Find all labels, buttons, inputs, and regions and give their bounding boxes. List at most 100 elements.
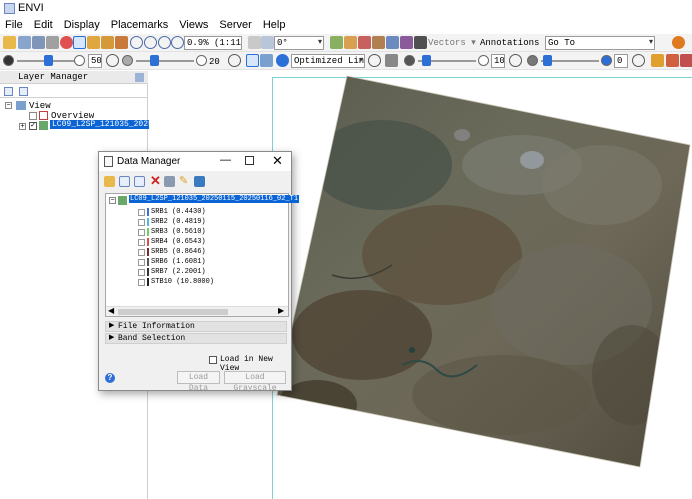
band-checkbox[interactable] [138, 268, 145, 276]
pin-icon[interactable] [135, 73, 144, 82]
band-item[interactable]: SRB6 (1.6081) [138, 257, 206, 267]
scroll-right-icon[interactable]: ▶ [278, 306, 284, 315]
band-item[interactable]: SRB5 (0.8646) [138, 247, 206, 257]
tree-toggle-icon[interactable]: − [5, 102, 12, 109]
band-item[interactable]: SRB3 (0.5610) [138, 227, 206, 237]
rotate-view-icon[interactable] [248, 36, 261, 49]
band-item[interactable]: SRB4 (0.6543) [138, 237, 206, 247]
menu-display[interactable]: Display [59, 17, 106, 34]
collapse-all-icon[interactable] [19, 87, 28, 96]
band-selection-section[interactable]: ▶ Band Selection [105, 333, 287, 344]
brightness-slider-knob[interactable] [44, 55, 53, 66]
expand-icon[interactable] [119, 176, 130, 187]
reset-icon[interactable] [106, 54, 119, 67]
transparency-field[interactable]: 0 [614, 54, 628, 68]
stretch-full-icon[interactable] [246, 54, 259, 67]
menu-help[interactable]: Help [258, 17, 292, 34]
stretch-view-icon[interactable] [260, 54, 273, 67]
transparency-slider-knob[interactable] [543, 55, 552, 66]
stretch-field[interactable]: Optimized Linear▾ [291, 54, 365, 68]
contrast-slider[interactable] [136, 60, 194, 62]
zoom-full-icon[interactable] [171, 36, 184, 49]
load-data-button[interactable]: Load Data [177, 371, 220, 393]
sharpen-slider-knob[interactable] [422, 55, 431, 66]
rotation-field[interactable]: 0° ▾ [274, 36, 324, 50]
pin-icon[interactable] [194, 176, 205, 187]
band-checkbox[interactable] [138, 228, 145, 236]
measure-icon[interactable] [372, 36, 385, 49]
select-icon[interactable] [73, 36, 86, 49]
band-item[interactable]: SRB7 (2.2001) [138, 267, 206, 277]
band-checkbox[interactable] [138, 248, 145, 256]
zoom-out-icon[interactable] [144, 36, 157, 49]
close-all-icon[interactable] [164, 176, 175, 187]
horizontal-scrollbar[interactable]: ◀ ▶ [106, 306, 288, 316]
file-information-section[interactable]: ▶ File Information [105, 321, 287, 332]
chart-icon[interactable] [651, 54, 664, 67]
roi-icon[interactable] [358, 36, 371, 49]
search-icon[interactable] [672, 36, 685, 49]
menu-file[interactable]: File [0, 17, 29, 34]
minimize-icon[interactable]: — [220, 154, 231, 166]
band-checkbox[interactable] [138, 218, 145, 226]
tree-toggle-icon[interactable]: − [109, 197, 116, 204]
layer-icon[interactable] [32, 36, 45, 49]
band-item[interactable]: STB10 (10.8000) [138, 277, 214, 287]
remove-icon[interactable]: ✕ [150, 173, 161, 189]
pixel-icon[interactable] [386, 36, 399, 49]
zoom-fixed-icon[interactable] [158, 36, 171, 49]
portal-icon[interactable] [666, 54, 679, 67]
menu-server[interactable]: Server [214, 17, 257, 34]
menu-views[interactable]: Views [174, 17, 214, 34]
menu-placemarks[interactable]: Placemarks [106, 17, 174, 34]
load-grayscale-button[interactable]: Load Grayscale [224, 371, 286, 393]
load-in-new-view-checkbox[interactable] [209, 356, 217, 364]
view-label[interactable]: View [29, 101, 51, 111]
pan-icon[interactable] [87, 36, 100, 49]
reset-icon[interactable] [228, 54, 241, 67]
zoom-field[interactable]: 0.9% (1:11.3... [184, 36, 242, 50]
dem-icon[interactable] [414, 36, 427, 49]
satellite-image[interactable] [272, 75, 692, 470]
edit-icon[interactable]: ✎ [179, 174, 188, 187]
rotate-icon[interactable] [115, 36, 128, 49]
annotations-menu[interactable]: Annotations ▾ [480, 38, 549, 48]
reset-icon[interactable] [509, 54, 522, 67]
cursor-value-icon[interactable] [60, 36, 73, 49]
open-icon[interactable] [3, 36, 16, 49]
expand-all-icon[interactable] [4, 87, 13, 96]
tree-toggle-icon[interactable]: + [19, 123, 26, 130]
brightness-field[interactable]: 50 [88, 54, 102, 68]
reset-icon[interactable] [632, 54, 645, 67]
refresh-icon[interactable] [368, 54, 381, 67]
open-file-icon[interactable] [104, 176, 115, 187]
data-manager-icon[interactable] [18, 36, 31, 49]
scroll-left-icon[interactable]: ◀ [108, 306, 114, 315]
close-icon[interactable]: ✕ [272, 153, 283, 169]
band-checkbox[interactable] [138, 278, 145, 286]
north-up-icon[interactable] [261, 36, 274, 49]
stretch-icon[interactable] [276, 54, 289, 67]
maximize-icon[interactable] [245, 156, 254, 165]
histogram-icon[interactable] [385, 54, 398, 67]
band-item[interactable]: SRB1 (0.4430) [138, 207, 206, 217]
layer-checkbox[interactable]: ✓ [29, 122, 37, 130]
crosshair-icon[interactable] [330, 36, 343, 49]
vectors-menu[interactable]: Vectors ▾ [428, 38, 476, 48]
scrollbar-thumb[interactable] [118, 309, 228, 315]
band-checkbox[interactable] [138, 208, 145, 216]
contrast-slider-knob[interactable] [150, 55, 159, 66]
menu-edit[interactable]: Edit [29, 17, 59, 34]
overview-checkbox[interactable] [29, 112, 37, 120]
band-checkbox[interactable] [138, 258, 145, 266]
spectral-profile-icon[interactable] [400, 36, 413, 49]
print-icon[interactable] [46, 36, 59, 49]
fly-icon[interactable] [101, 36, 114, 49]
band-item[interactable]: SRB2 (0.4819) [138, 217, 206, 227]
collapse-icon[interactable] [134, 176, 145, 187]
zoom-in-icon[interactable] [130, 36, 143, 49]
color-table-icon[interactable] [680, 54, 692, 67]
help-icon[interactable]: ? [105, 373, 115, 383]
file-label[interactable]: LC09_L2SP_121035_20250115_20250116_02_T1 [129, 195, 300, 203]
cursor-icon[interactable] [344, 36, 357, 49]
